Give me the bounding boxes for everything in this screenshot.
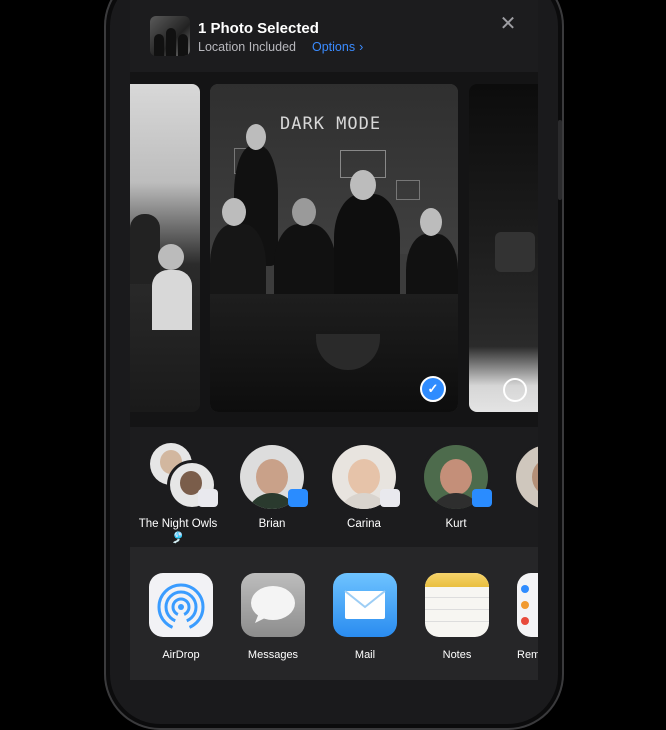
messages-icon bbox=[241, 573, 305, 637]
share-sheet: 1 Photo Selected Location Included Optio… bbox=[130, 0, 538, 680]
chevron-right-icon: › bbox=[359, 40, 364, 54]
options-label: Options bbox=[312, 40, 356, 54]
chalkboard-text: DARK MODE bbox=[280, 114, 382, 134]
photo-next[interactable] bbox=[469, 84, 538, 412]
contact-name: Carina bbox=[347, 518, 381, 530]
contact-name: The Night Owls 🎐 bbox=[138, 518, 218, 544]
airdrop-badge-icon bbox=[472, 489, 492, 507]
contact-name: Brian bbox=[258, 518, 286, 530]
notes-icon bbox=[425, 573, 489, 637]
location-status: Location Included bbox=[198, 40, 296, 54]
messages-badge-icon bbox=[380, 489, 400, 507]
close-icon[interactable]: ✕ bbox=[496, 12, 520, 36]
app-label: Notes bbox=[442, 649, 472, 661]
messages-badge-icon bbox=[198, 489, 218, 507]
side-button bbox=[558, 120, 562, 200]
photo-carousel[interactable]: DARK MODE ✓ bbox=[130, 72, 538, 427]
share-sheet-header: 1 Photo Selected Location Included Optio… bbox=[130, 0, 538, 72]
airdrop-icon bbox=[149, 573, 213, 637]
app-label: Messages bbox=[247, 649, 299, 661]
airdrop-badge-icon bbox=[288, 489, 308, 507]
app-label: AirDrop bbox=[162, 649, 200, 661]
mail-icon bbox=[333, 573, 397, 637]
options-link[interactable]: Options › bbox=[312, 40, 363, 54]
photo-selected[interactable]: DARK MODE ✓ bbox=[210, 84, 458, 412]
contact-avatar-partial[interactable] bbox=[516, 445, 538, 509]
selected-checkmark-icon[interactable]: ✓ bbox=[420, 376, 446, 402]
suggested-contacts-row: The Night Owls 🎐 Brian Carina Kurt bbox=[130, 427, 538, 547]
app-label: Rem bbox=[517, 649, 538, 661]
selected-photo-thumbnail bbox=[150, 16, 190, 56]
share-apps-row: AirDrop Messages Mail Notes Rem bbox=[130, 547, 538, 680]
reminders-icon bbox=[517, 573, 538, 637]
selection-title: 1 Photo Selected bbox=[198, 20, 319, 37]
app-label: Mail bbox=[354, 649, 376, 661]
photo-previous[interactable] bbox=[130, 84, 200, 412]
unselected-circle-icon[interactable] bbox=[503, 378, 527, 402]
contact-name: Kurt bbox=[445, 518, 467, 530]
